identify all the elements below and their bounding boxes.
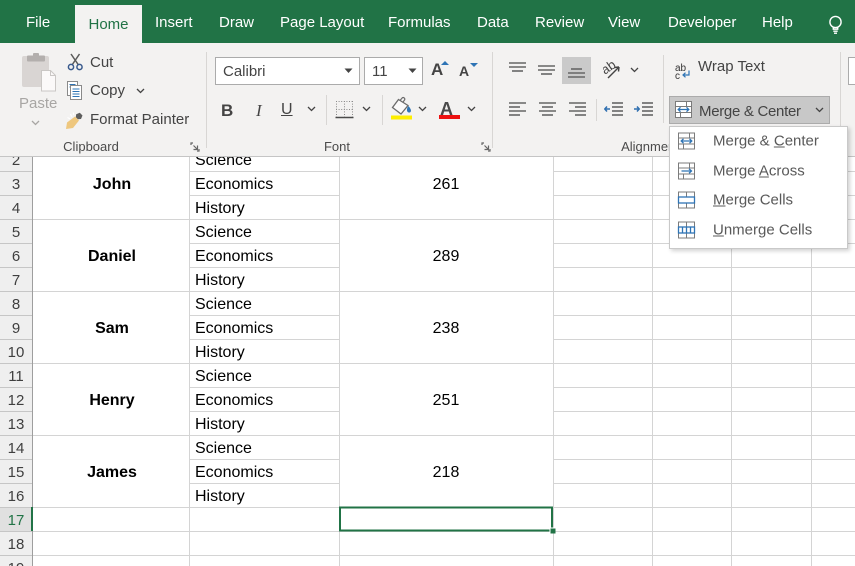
- svg-text:Economics: Economics: [195, 464, 273, 481]
- svg-text:John: John: [93, 176, 131, 193]
- svg-text:Science: Science: [195, 224, 252, 241]
- svg-text:19: 19: [8, 560, 25, 566]
- svg-text:17: 17: [8, 512, 25, 529]
- svg-text:Henry: Henry: [89, 392, 134, 409]
- svg-text:5: 5: [12, 224, 20, 241]
- svg-text:238: 238: [433, 320, 460, 337]
- svg-text:Daniel: Daniel: [88, 248, 136, 265]
- svg-text:c: c: [675, 71, 680, 80]
- svg-text:Sam: Sam: [95, 320, 129, 337]
- svg-text:History: History: [195, 416, 245, 433]
- svg-text:Science: Science: [195, 368, 252, 385]
- svg-text:14: 14: [8, 440, 25, 457]
- svg-text:13: 13: [8, 416, 25, 433]
- svg-text:12: 12: [8, 392, 25, 409]
- svg-text:Economics: Economics: [195, 392, 273, 409]
- svg-text:4: 4: [12, 200, 20, 217]
- svg-text:Economics: Economics: [195, 248, 273, 265]
- svg-text:16: 16: [8, 488, 25, 505]
- svg-text:251: 251: [433, 392, 460, 409]
- svg-text:15: 15: [8, 464, 25, 481]
- svg-text:218: 218: [433, 464, 460, 481]
- svg-text:11: 11: [8, 368, 24, 385]
- svg-text:289: 289: [433, 248, 460, 265]
- svg-text:History: History: [195, 344, 245, 361]
- svg-text:6: 6: [12, 248, 20, 265]
- svg-text:18: 18: [8, 536, 25, 553]
- svg-text:James: James: [87, 464, 137, 481]
- svg-text:261: 261: [433, 176, 460, 193]
- svg-text:Science: Science: [195, 296, 252, 313]
- svg-text:8: 8: [12, 296, 20, 313]
- svg-text:3: 3: [12, 176, 20, 193]
- svg-text:7: 7: [12, 272, 20, 289]
- svg-text:Economics: Economics: [195, 176, 273, 193]
- svg-text:9: 9: [12, 320, 20, 337]
- svg-text:10: 10: [8, 344, 25, 361]
- svg-text:History: History: [195, 200, 245, 217]
- svg-text:Economics: Economics: [195, 320, 273, 337]
- svg-text:History: History: [195, 272, 245, 289]
- svg-text:History: History: [195, 488, 245, 505]
- svg-text:Science: Science: [195, 440, 252, 457]
